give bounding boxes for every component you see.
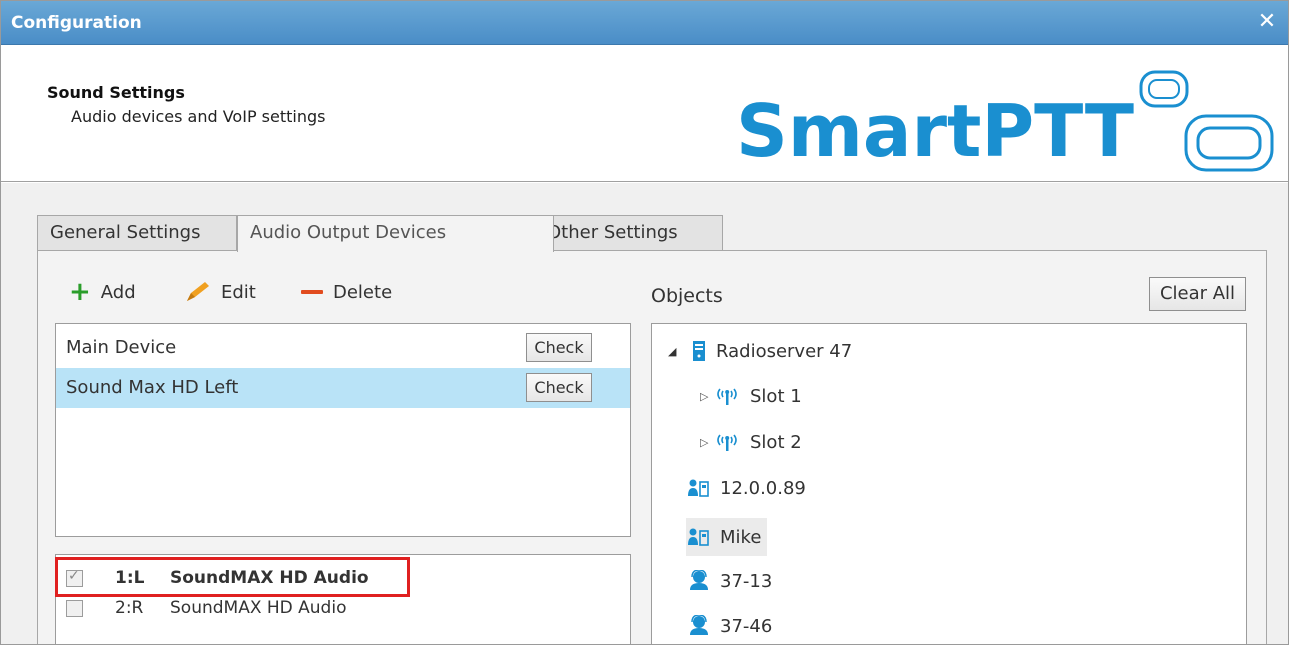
channel-checkbox[interactable]	[66, 599, 83, 617]
tree-label: Slot 1	[750, 385, 802, 407]
page-subtitle: Audio devices and VoIP settings	[71, 107, 326, 126]
edit-label: Edit	[221, 281, 256, 303]
list-item[interactable]: Main Device Check	[56, 328, 630, 368]
tree-label: 37-46	[720, 615, 773, 637]
expanded-arrow-icon[interactable]: ◢	[668, 345, 682, 358]
antenna-icon	[714, 386, 740, 406]
page-header: Sound Settings Audio devices and VoIP se…	[1, 46, 1288, 182]
talkgroup-icon	[688, 570, 710, 592]
objects-tree[interactable]: ◢ Radioserver 47 ▷ Slot 1 ▷ Slot 2 12.0.…	[651, 323, 1247, 644]
tree-label: 12.0.0.89	[720, 477, 806, 499]
tab-general-settings[interactable]: General Settings	[37, 215, 237, 251]
tree-item-talkgroup[interactable]: 37-13	[688, 566, 772, 596]
page-title: Sound Settings	[47, 83, 185, 102]
edit-button[interactable]: Edit	[185, 277, 256, 307]
clear-all-button[interactable]: Clear All	[1149, 277, 1246, 311]
server-icon	[692, 341, 706, 361]
delete-label: Delete	[333, 281, 393, 303]
radio-user-icon	[688, 527, 710, 547]
collapsed-arrow-icon[interactable]: ▷	[700, 390, 714, 403]
channel-id: 2:R	[115, 598, 144, 618]
tree-item-radioserver[interactable]: ◢ Radioserver 47	[668, 336, 852, 366]
tab-other-settings[interactable]: Other Settings	[534, 215, 723, 251]
channel-checkbox[interactable]	[66, 568, 83, 587]
device-label: Main Device	[66, 337, 177, 358]
add-button[interactable]: + Add	[69, 277, 136, 307]
add-label: Add	[100, 281, 136, 303]
logo-text: SmartPTT	[736, 89, 1134, 173]
window-title: Configuration	[11, 13, 142, 33]
minus-icon	[301, 290, 323, 294]
check-button[interactable]: Check	[526, 333, 592, 362]
tree-label: Slot 2	[750, 431, 802, 453]
channel-name: SoundMAX HD Audio	[170, 568, 369, 588]
tab-audio-output-devices[interactable]: Audio Output Devices	[237, 215, 554, 252]
tree-item-radio[interactable]: 12.0.0.89	[688, 473, 806, 503]
configuration-window: Configuration ✕ Sound Settings Audio dev…	[0, 0, 1289, 645]
channel-list[interactable]: 1:L SoundMAX HD Audio 2:R SoundMAX HD Au…	[55, 554, 631, 644]
pencil-icon	[187, 282, 209, 301]
tree-item-radio[interactable]: Mike	[686, 518, 768, 556]
channel-row[interactable]: 1:L SoundMAX HD Audio	[66, 564, 369, 592]
list-item[interactable]: Sound Max HD Left Check	[56, 368, 630, 408]
title-bar: Configuration ✕	[1, 1, 1288, 45]
radio-user-icon	[688, 478, 710, 498]
channel-id: 1:L	[115, 568, 145, 588]
tree-label: Radioserver 47	[716, 340, 853, 362]
check-button[interactable]: Check	[526, 373, 592, 402]
device-label: Sound Max HD Left	[66, 377, 239, 398]
tree-label: Mike	[720, 526, 762, 548]
talkgroup-icon	[688, 615, 710, 637]
plus-icon: +	[69, 277, 91, 307]
antenna-icon	[714, 432, 740, 452]
tree-item-talkgroup[interactable]: 37-46	[688, 611, 772, 641]
channel-name: SoundMAX HD Audio	[170, 598, 347, 618]
tree-item-slot-2[interactable]: ▷ Slot 2	[700, 427, 802, 457]
tree-label: 37-13	[720, 570, 773, 592]
close-icon[interactable]: ✕	[1254, 9, 1280, 35]
objects-label: Objects	[651, 285, 723, 307]
device-list[interactable]: Main Device Check Sound Max HD Left Chec…	[55, 323, 631, 537]
delete-button[interactable]: Delete	[301, 277, 392, 307]
smartptt-logo: SmartPTT	[736, 70, 1274, 173]
tree-item-slot-1[interactable]: ▷ Slot 1	[700, 381, 802, 411]
channel-row[interactable]: 2:R SoundMAX HD Audio	[66, 594, 346, 622]
collapsed-arrow-icon[interactable]: ▷	[700, 436, 714, 449]
